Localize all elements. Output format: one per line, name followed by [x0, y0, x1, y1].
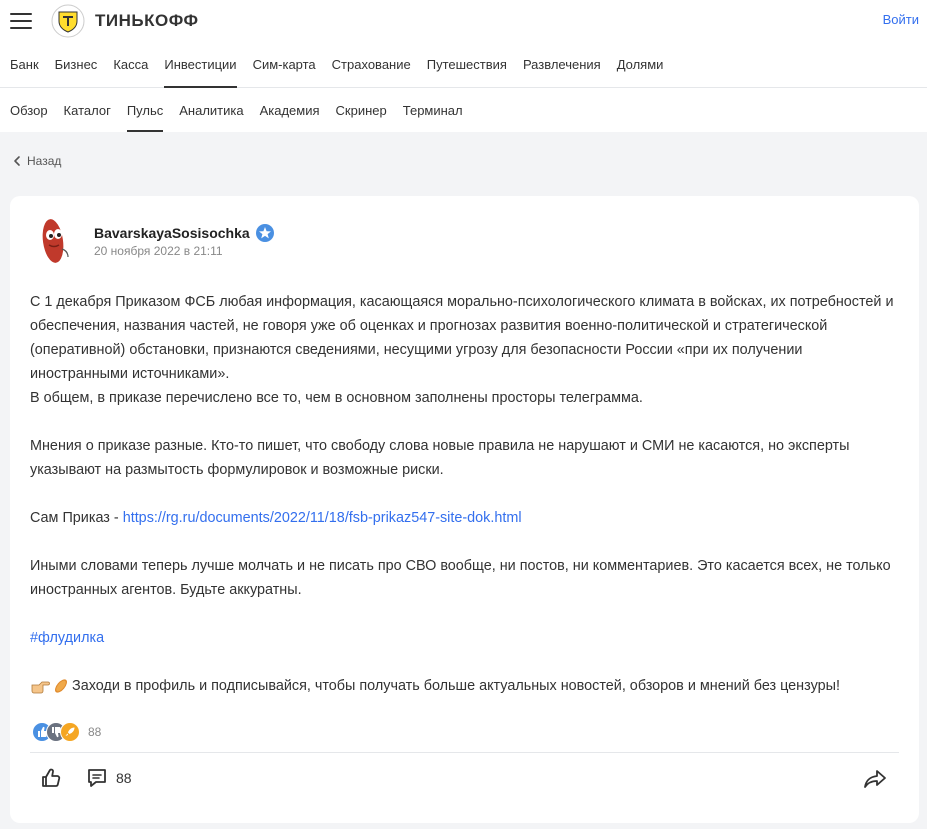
order-label: Сам Приказ -	[30, 510, 123, 526]
main-nav-item-installments[interactable]: Долями	[617, 42, 664, 88]
reactions[interactable]: 88	[32, 722, 101, 742]
main-nav-item-investments[interactable]: Инвестиции	[164, 42, 237, 88]
login-button[interactable]: Войти	[883, 12, 919, 27]
back-label: Назад	[27, 154, 62, 168]
divider	[30, 752, 899, 753]
logo-shield-icon	[51, 4, 85, 38]
main-nav-item-sim[interactable]: Сим-карта	[253, 42, 316, 88]
thumbs-up-icon	[42, 768, 61, 787]
main-nav-item-business[interactable]: Бизнес	[55, 42, 98, 88]
cta-text: Заходи в профиль и подписывайся, чтобы п…	[72, 678, 840, 694]
sausage-icon	[55, 679, 67, 693]
hashtag-link[interactable]: #флудилка	[30, 630, 104, 646]
sub-nav-item-catalog[interactable]: Каталог	[64, 88, 111, 132]
sub-nav-item-pulse[interactable]: Пульс	[126, 88, 164, 132]
comment-icon	[88, 769, 106, 787]
post-paragraph: Мнения о приказе разные. Кто-то пишет, ч…	[30, 438, 850, 478]
author-row: BavarskayaSosisochka	[94, 223, 275, 243]
sub-nav: Обзор Каталог Пульс Аналитика Академия С…	[0, 88, 927, 132]
order-link[interactable]: https://rg.ru/documents/2022/11/18/fsb-p…	[123, 510, 522, 526]
post-paragraph: Иными словами теперь лучше молчать и не …	[30, 558, 891, 598]
menu-icon[interactable]	[10, 13, 32, 29]
order-line: Сам Приказ - https://rg.ru/documents/202…	[30, 506, 900, 530]
main-nav-item-bank[interactable]: Банк	[10, 42, 39, 88]
sub-nav-item-overview[interactable]: Обзор	[10, 88, 48, 132]
brand-name: ТИНЬКОФФ	[95, 11, 199, 30]
rocket-icon	[60, 722, 80, 742]
like-button[interactable]	[40, 767, 62, 789]
back-button[interactable]: Назад	[10, 154, 61, 168]
post-date: 20 ноября 2022 в 21:11	[94, 244, 223, 258]
content-area: Назад BavarskayaSosisochka 20 ноября 202…	[0, 132, 927, 829]
post-actions: 88	[40, 767, 132, 789]
post-body: С 1 декабря Приказом ФСБ любая информаци…	[30, 290, 900, 698]
sub-nav-item-screener[interactable]: Скринер	[336, 88, 387, 132]
pointing-hand-icon	[31, 681, 50, 694]
verified-star-icon	[255, 224, 274, 242]
main-nav-item-entertainment[interactable]: Развлечения	[523, 42, 601, 88]
post-paragraph: С 1 декабря Приказом ФСБ любая информаци…	[30, 294, 894, 382]
post-card: BavarskayaSosisochka 20 ноября 2022 в 21…	[10, 196, 919, 823]
comments-button[interactable]: 88	[86, 767, 132, 789]
sub-nav-item-analytics[interactable]: Аналитика	[179, 88, 243, 132]
top-bar: ТИНЬКОФФ Войти	[0, 0, 927, 42]
main-nav-item-kassa[interactable]: Касса	[113, 42, 148, 88]
main-nav-item-travel[interactable]: Путешествия	[427, 42, 507, 88]
reactions-count: 88	[88, 725, 102, 739]
author-name[interactable]: BavarskayaSosisochka	[94, 225, 250, 241]
sub-nav-item-terminal[interactable]: Терминал	[403, 88, 463, 132]
cta-line: Заходи в профиль и подписывайся, чтобы п…	[30, 674, 900, 698]
sub-nav-item-academy[interactable]: Академия	[260, 88, 320, 132]
comments-count: 88	[116, 770, 132, 786]
chevron-left-icon	[14, 156, 20, 166]
main-nav: Банк Бизнес Касса Инвестиции Сим-карта С…	[0, 42, 927, 88]
main-nav-item-insurance[interactable]: Страхование	[332, 42, 411, 88]
share-icon[interactable]	[863, 768, 887, 790]
logo[interactable]: ТИНЬКОФФ	[51, 4, 199, 38]
post-paragraph: В общем, в приказе перечислено все то, ч…	[30, 390, 643, 406]
avatar[interactable]	[32, 211, 74, 267]
